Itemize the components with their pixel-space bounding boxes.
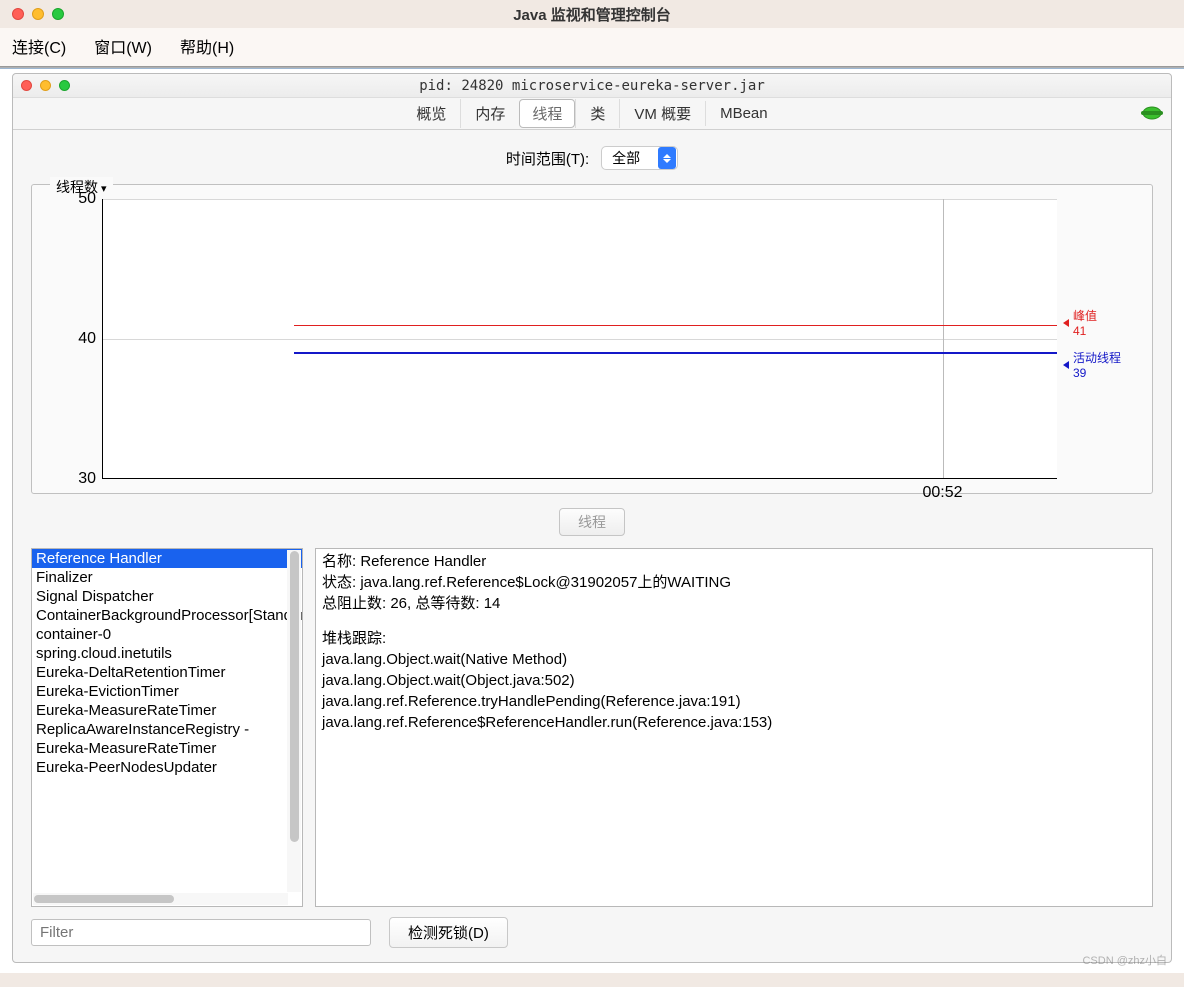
zoom-button[interactable] xyxy=(52,8,64,20)
inner-title-bar: pid: 24820 microservice-eureka-server.ja… xyxy=(13,74,1171,98)
filter-input[interactable] xyxy=(31,919,371,946)
thread-list-item[interactable]: container-0 xyxy=(32,625,302,644)
detail-trace-label: 堆栈跟踪: xyxy=(322,628,1146,649)
y-tick: 50 xyxy=(78,190,96,208)
tab-bar: 概览内存线程类VM 概要MBean xyxy=(13,98,1171,130)
time-range-select[interactable]: 全部 xyxy=(601,146,678,170)
time-range-label: 时间范围(T): xyxy=(506,148,589,169)
thread-list-item[interactable]: spring.cloud.inetutils xyxy=(32,644,302,663)
y-tick: 40 xyxy=(78,330,96,348)
thread-list-item[interactable]: Eureka-DeltaRetentionTimer xyxy=(32,663,302,682)
thread-list-item[interactable]: Eureka-PeerNodesUpdater xyxy=(32,758,302,777)
thread-list-item[interactable]: Signal Dispatcher xyxy=(32,587,302,606)
thread-list-item[interactable]: Eureka-EvictionTimer xyxy=(32,682,302,701)
window-title: Java 监视和管理控制台 xyxy=(0,4,1184,25)
x-tick: 00:52 xyxy=(922,484,962,502)
detect-deadlock-button[interactable]: 检测死锁(D) xyxy=(389,917,508,948)
connection-status-icon xyxy=(1141,104,1163,122)
close-button[interactable] xyxy=(12,8,24,20)
watermark: CSDN @zhz小白 xyxy=(1082,952,1167,968)
thread-list-item[interactable]: Reference Handler xyxy=(32,549,302,568)
tab-5[interactable]: MBean xyxy=(705,101,782,126)
tab-1[interactable]: 内存 xyxy=(460,99,519,128)
stack-frame: java.lang.Object.wait(Object.java:502) xyxy=(322,670,1146,691)
inner-minimize-button[interactable] xyxy=(40,80,51,91)
thread-list-item[interactable]: Eureka-MeasureRateTimer xyxy=(32,739,302,758)
menu-bar: 连接(C) 窗口(W) 帮助(H) xyxy=(0,28,1184,67)
thread-list-item[interactable]: ReplicaAwareInstanceRegistry - xyxy=(32,720,302,739)
thread-list-item[interactable]: Eureka-MeasureRateTimer xyxy=(32,701,302,720)
stack-frame: java.lang.ref.Reference$ReferenceHandler… xyxy=(322,712,1146,733)
detail-name: 名称: Reference Handler xyxy=(322,551,1146,572)
inner-close-button[interactable] xyxy=(21,80,32,91)
stack-frame: java.lang.ref.Reference.tryHandlePending… xyxy=(322,691,1146,712)
thread-list-item[interactable]: Finalizer xyxy=(32,568,302,587)
tab-2[interactable]: 线程 xyxy=(519,99,575,128)
outer-title-bar: Java 监视和管理控制台 xyxy=(0,0,1184,28)
menu-connect[interactable]: 连接(C) xyxy=(12,34,66,58)
tab-3[interactable]: 类 xyxy=(575,99,619,128)
thread-detail-pane: 名称: Reference Handler状态: java.lang.ref.R… xyxy=(315,548,1153,907)
y-tick: 30 xyxy=(78,470,96,488)
legend-item: 活动线程39 xyxy=(1063,349,1121,380)
detail-state: 状态: java.lang.ref.Reference$Lock@3190205… xyxy=(322,572,1146,593)
menu-help[interactable]: 帮助(H) xyxy=(180,34,234,58)
tab-0[interactable]: 概览 xyxy=(402,99,460,128)
tab-4[interactable]: VM 概要 xyxy=(619,99,705,128)
scrollbar-vertical[interactable] xyxy=(287,550,301,892)
thread-list[interactable]: Reference HandlerFinalizerSignal Dispatc… xyxy=(31,548,303,907)
minimize-button[interactable] xyxy=(32,8,44,20)
scrollbar-horizontal[interactable] xyxy=(33,893,288,905)
inner-zoom-button[interactable] xyxy=(59,80,70,91)
inner-window-title: pid: 24820 microservice-eureka-server.ja… xyxy=(13,78,1171,94)
stack-frame: java.lang.Object.wait(Native Method) xyxy=(322,649,1146,670)
chart-plot: 00:52 xyxy=(102,199,1057,479)
thread-list-item[interactable]: ContainerBackgroundProcessor[StandardEng… xyxy=(32,606,302,625)
legend-item: 峰值41 xyxy=(1063,307,1097,338)
thread-chart-panel: 线程数 30405000:52峰值41活动线程39 xyxy=(31,184,1153,494)
menu-window[interactable]: 窗口(W) xyxy=(94,34,152,58)
thread-button[interactable]: 线程 xyxy=(559,508,625,536)
time-range-value: 全部 xyxy=(602,148,658,168)
detail-counts: 总阻止数: 26, 总等待数: 14 xyxy=(322,593,1146,614)
select-arrows-icon xyxy=(658,147,676,169)
